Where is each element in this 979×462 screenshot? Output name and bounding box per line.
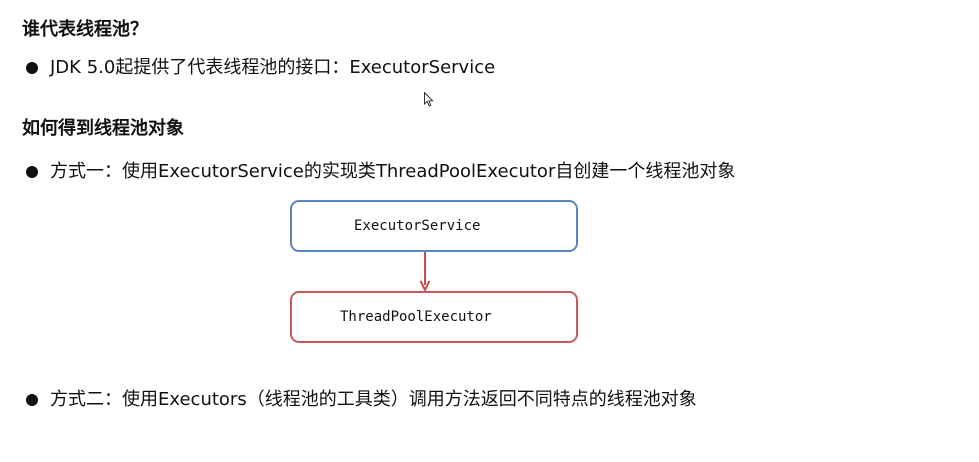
bullet-text: JDK 5.0起提供了代表线程池的接口：ExecutorService — [50, 57, 496, 78]
section-title-who-represents-pool: 谁代表线程池？ — [22, 19, 148, 40]
diagram-arrow-down-icon — [419, 252, 431, 292]
diagram-label-executorservice: ExecutorService — [354, 218, 481, 234]
bullet-text: 方式一：使用ExecutorService的实现类ThreadPoolExecu… — [50, 161, 736, 182]
bullet-dot-icon — [26, 166, 38, 178]
bullet-item-executorservice-interface: JDK 5.0起提供了代表线程池的接口：ExecutorService — [22, 59, 495, 77]
diagram-label-threadpoolexecutor: ThreadPoolExecutor — [340, 309, 492, 325]
bullet-item-method-two: 方式二：使用Executors（线程池的工具类）调用方法返回不同特点的线程池对象 — [22, 391, 697, 409]
mouse-pointer-icon — [424, 92, 434, 107]
bullet-text: 方式二：使用Executors（线程池的工具类）调用方法返回不同特点的线程池对象 — [50, 389, 697, 410]
section-title-how-to-get-pool: 如何得到线程池对象 — [22, 118, 184, 139]
bullet-dot-icon — [26, 62, 38, 74]
bullet-item-method-one: 方式一：使用ExecutorService的实现类ThreadPoolExecu… — [22, 163, 735, 181]
bullet-dot-icon — [26, 394, 38, 406]
diagram-box-threadpoolexecutor: ThreadPoolExecutor — [290, 291, 578, 343]
diagram-box-executorservice: ExecutorService — [290, 200, 578, 252]
